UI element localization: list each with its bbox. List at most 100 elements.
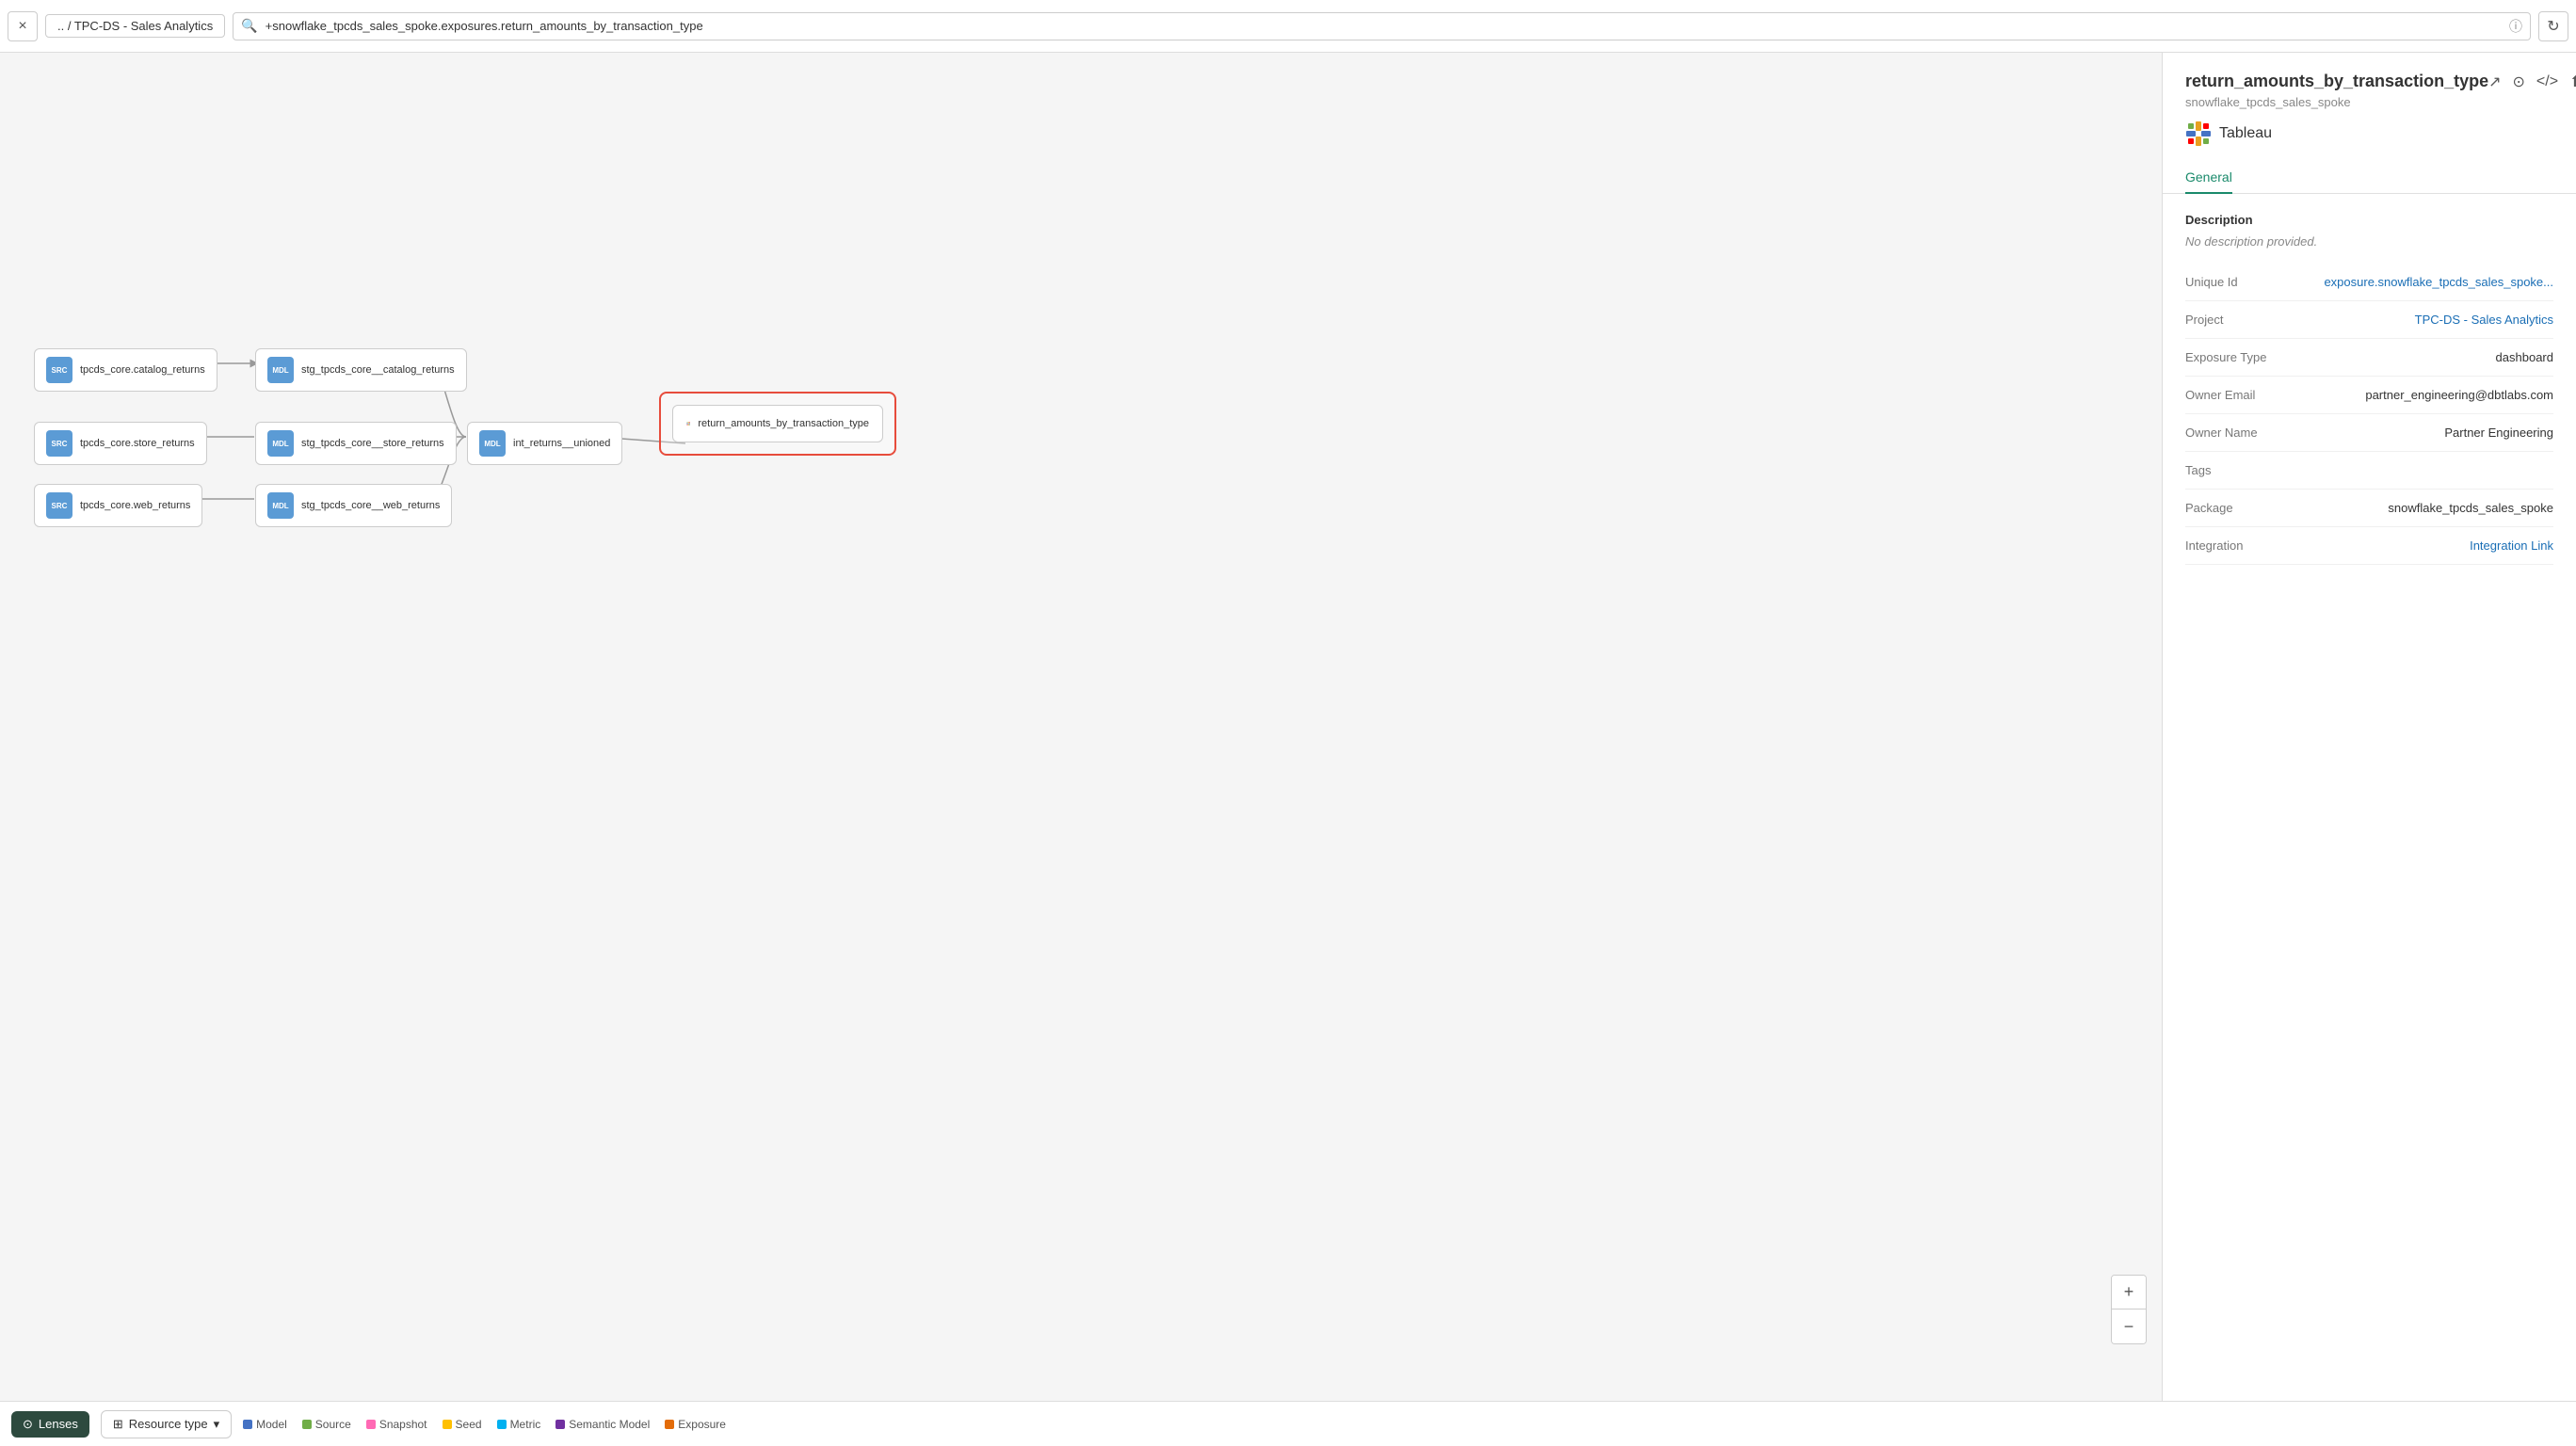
field-value-owner-name: Partner Engineering xyxy=(2317,426,2553,440)
field-value-project[interactable]: TPC-DS - Sales Analytics xyxy=(2317,313,2553,327)
legend-label-exposure: Exposure xyxy=(678,1418,726,1431)
legend-dot-snapshot xyxy=(366,1420,376,1429)
field-value-exposure-type: dashboard xyxy=(2317,350,2553,364)
mdl-badge: MDL xyxy=(267,357,294,383)
legend-label-seed: Seed xyxy=(456,1418,482,1431)
search-icon: 🔍 xyxy=(241,18,257,34)
right-panel: return_amounts_by_transaction_type snowf… xyxy=(2162,53,2576,1401)
legend-model: Model xyxy=(243,1418,287,1431)
legend-dot-seed xyxy=(443,1420,452,1429)
external-link-icon[interactable]: ↗ xyxy=(2488,72,2501,91)
mdl-badge: MDL xyxy=(267,492,294,519)
node-label: tpcds_core.store_returns xyxy=(80,438,195,449)
tableau-logo-icon xyxy=(2185,120,2212,147)
description-label: Description xyxy=(2185,213,2553,227)
top-bar: × .. / TPC-DS - Sales Analytics 🔍 ⓘ ↻ xyxy=(0,0,2576,53)
field-owner-email: Owner Email partner_engineering@dbtlabs.… xyxy=(2185,377,2553,414)
panel-header: return_amounts_by_transaction_type snowf… xyxy=(2163,53,2576,109)
exposure-node[interactable]: return_amounts_by_transaction_type xyxy=(672,405,883,442)
field-project: Project TPC-DS - Sales Analytics xyxy=(2185,301,2553,339)
field-tags: Tags xyxy=(2185,452,2553,490)
search-input[interactable] xyxy=(266,19,2502,33)
panel-subtitle: snowflake_tpcds_sales_spoke xyxy=(2185,95,2488,109)
breadcrumb[interactable]: .. / TPC-DS - Sales Analytics xyxy=(45,14,225,38)
refresh-button[interactable]: ↻ xyxy=(2538,11,2568,41)
zoom-out-button[interactable]: − xyxy=(2112,1309,2146,1343)
resource-type-icon: ⊞ xyxy=(113,1417,123,1432)
legend-semantic-model: Semantic Model xyxy=(555,1418,650,1431)
node-int-returns[interactable]: MDL int_returns__unioned xyxy=(467,422,622,465)
field-label-package: Package xyxy=(2185,501,2317,515)
node-label: stg_tpcds_core__catalog_returns xyxy=(301,364,455,376)
code-icon[interactable]: </> xyxy=(2536,73,2558,90)
mdl-badge: MDL xyxy=(479,430,506,457)
field-label-integration: Integration xyxy=(2185,538,2317,553)
node-label: stg_tpcds_core__web_returns xyxy=(301,500,440,511)
node-stg-web[interactable]: MDL stg_tpcds_core__web_returns xyxy=(255,484,452,527)
src-badge: SRC xyxy=(46,492,72,519)
field-package: Package snowflake_tpcds_sales_spoke xyxy=(2185,490,2553,527)
field-label-tags: Tags xyxy=(2185,463,2317,477)
main-layout: SRC tpcds_core.catalog_returns SRC tpcds… xyxy=(0,53,2576,1401)
node-stg-catalog[interactable]: MDL stg_tpcds_core__catalog_returns xyxy=(255,348,467,392)
legend-dot-source xyxy=(302,1420,312,1429)
description-value: No description provided. xyxy=(2185,234,2553,249)
tab-general[interactable]: General xyxy=(2185,162,2232,194)
panel-title: return_amounts_by_transaction_type xyxy=(2185,72,2488,91)
legend-metric: Metric xyxy=(497,1418,541,1431)
field-exposure-type: Exposure Type dashboard xyxy=(2185,339,2553,377)
resource-type-button[interactable]: ⊞ Resource type ▾ xyxy=(101,1410,232,1438)
field-label-project: Project xyxy=(2185,313,2317,327)
zoom-in-button[interactable]: + xyxy=(2112,1276,2146,1309)
field-value-package: snowflake_tpcds_sales_spoke xyxy=(2317,501,2553,515)
legend-dot-semantic-model xyxy=(555,1420,565,1429)
lenses-button[interactable]: ⊙ Lenses xyxy=(11,1411,89,1438)
info-icon[interactable]: ⓘ xyxy=(2509,17,2522,36)
node-label: tpcds_core.web_returns xyxy=(80,500,190,511)
close-tab-button[interactable]: × xyxy=(8,11,38,41)
legend-seed: Seed xyxy=(443,1418,482,1431)
field-label-exposure-type: Exposure Type xyxy=(2185,350,2317,364)
legend: Model Source Snapshot Seed Metric Semant… xyxy=(243,1418,726,1431)
legend-label-source: Source xyxy=(315,1418,351,1431)
node-web-returns[interactable]: SRC tpcds_core.web_returns xyxy=(34,484,202,527)
node-label: stg_tpcds_core__store_returns xyxy=(301,438,444,449)
src-badge: SRC xyxy=(46,357,72,383)
src-badge: SRC xyxy=(46,430,72,457)
node-label: tpcds_core.catalog_returns xyxy=(80,364,205,376)
field-label-owner-email: Owner Email xyxy=(2185,388,2317,402)
help-icon[interactable]: ⊙ xyxy=(2513,72,2525,91)
legend-dot-model xyxy=(243,1420,252,1429)
field-integration: Integration Integration Link xyxy=(2185,527,2553,565)
field-unique-id: Unique Id exposure.snowflake_tpcds_sales… xyxy=(2185,264,2553,301)
node-stg-store[interactable]: MDL stg_tpcds_core__store_returns xyxy=(255,422,457,465)
bottom-bar: ⊙ Lenses ⊞ Resource type ▾ Model Source … xyxy=(0,1401,2576,1446)
field-value-unique-id[interactable]: exposure.snowflake_tpcds_sales_spoke... xyxy=(2317,275,2553,289)
search-bar-container: 🔍 ⓘ xyxy=(233,12,2531,40)
legend-dot-exposure xyxy=(665,1420,674,1429)
field-label-unique-id: Unique Id xyxy=(2185,275,2317,289)
tableau-branding: Tableau xyxy=(2163,109,2576,147)
node-catalog-returns[interactable]: SRC tpcds_core.catalog_returns xyxy=(34,348,217,392)
legend-label-semantic-model: Semantic Model xyxy=(569,1418,650,1431)
resource-type-label: Resource type xyxy=(129,1417,208,1431)
panel-content: Description No description provided. Uni… xyxy=(2163,194,2576,1401)
field-value-integration[interactable]: Integration Link xyxy=(2317,538,2553,553)
legend-dot-metric xyxy=(497,1420,507,1429)
legend-label-snapshot: Snapshot xyxy=(379,1418,427,1431)
tableau-node-icon xyxy=(686,413,690,434)
lenses-icon: ⊙ xyxy=(23,1417,33,1432)
legend-label-model: Model xyxy=(256,1418,287,1431)
canvas-area[interactable]: SRC tpcds_core.catalog_returns SRC tpcds… xyxy=(0,53,2162,1401)
chevron-down-icon: ▾ xyxy=(214,1417,220,1432)
field-owner-name: Owner Name Partner Engineering xyxy=(2185,414,2553,452)
legend-source: Source xyxy=(302,1418,351,1431)
exposure-container[interactable]: return_amounts_by_transaction_type xyxy=(659,392,896,456)
legend-label-metric: Metric xyxy=(510,1418,541,1431)
legend-snapshot: Snapshot xyxy=(366,1418,427,1431)
legend-exposure: Exposure xyxy=(665,1418,726,1431)
node-store-returns[interactable]: SRC tpcds_core.store_returns xyxy=(34,422,207,465)
zoom-controls: + − xyxy=(2111,1275,2147,1344)
field-value-owner-email: partner_engineering@dbtlabs.com xyxy=(2317,388,2553,402)
share-icon[interactable]: ⬆ xyxy=(2569,72,2576,91)
